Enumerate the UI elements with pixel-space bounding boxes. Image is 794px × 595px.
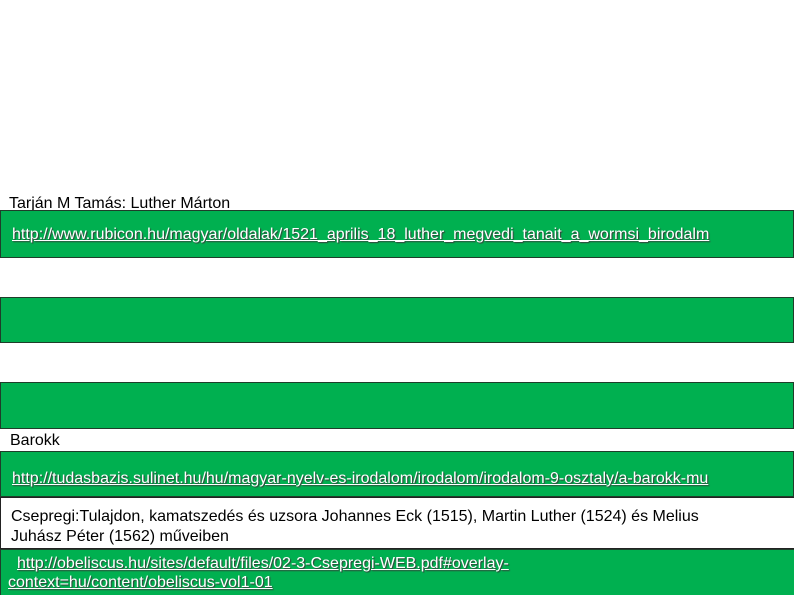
barokk-link-box: http://tudasbazis.sulinet.hu/hu/magyar-n… — [0, 451, 794, 497]
barokk-link[interactable]: http://tudasbazis.sulinet.hu/hu/magyar-n… — [12, 470, 708, 488]
barokk-title: Barokk — [10, 432, 60, 449]
empty-green-box-2 — [0, 382, 794, 429]
luther-link-box: http://www.rubicon.hu/magyar/oldalak/152… — [0, 210, 794, 258]
empty-green-box-1 — [0, 297, 794, 343]
csepregi-text-line-2: Juhász Péter (1562) műveiben — [11, 528, 229, 545]
csepregi-link-line-1[interactable]: http://obeliscus.hu/sites/default/files/… — [17, 554, 509, 574]
csepregi-text-line-1: Csepregi:Tulajdon, kamatszedés és uzsora… — [11, 508, 699, 525]
csepregi-link-line-2[interactable]: context=hu/content/obeliscus-vol1-01 — [8, 573, 273, 593]
csepregi-text-box: Csepregi:Tulajdon, kamatszedés és uzsora… — [0, 497, 794, 549]
luther-link[interactable]: http://www.rubicon.hu/magyar/oldalak/152… — [12, 226, 709, 244]
